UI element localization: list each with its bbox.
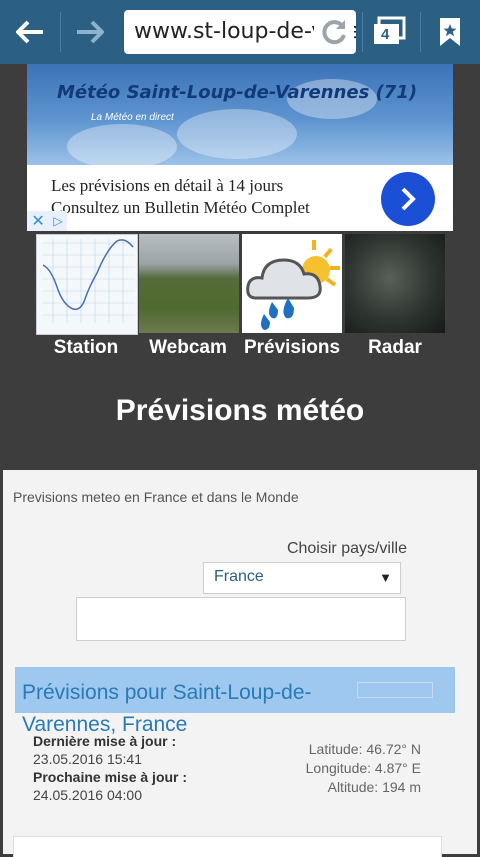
ad-close-icon[interactable]: ✕ [31, 211, 44, 231]
cloud-shape [177, 109, 297, 159]
nav-station-label[interactable]: Station [34, 337, 138, 359]
choose-location-label: Choisir pays/ville [286, 540, 407, 557]
last-update-label: Dernière mise à jour : [33, 733, 177, 749]
widget-intro: Previsions meteo en France et dans le Mo… [13, 489, 299, 505]
forecast-thumbnail[interactable] [242, 234, 342, 333]
webcam-thumbnail[interactable] [139, 234, 239, 333]
ad-banner[interactable]: Les prévisions en détail à 14 jours Cons… [27, 165, 453, 231]
ad-choices[interactable]: ✕ ▷ [27, 211, 67, 231]
ad-line1: Les prévisions en détail à 14 jours [51, 176, 284, 195]
url-bar[interactable]: www.st-loup-de-varennes [124, 10, 356, 54]
banner-title: Météo Saint-Loup-de-Varennes (71) [57, 82, 418, 103]
nav-webcam-label[interactable]: Webcam [136, 337, 240, 359]
section-title: Prévisions météo [115, 394, 365, 427]
update-info: Dernière mise à jour : 23.05.2016 15:41 … [33, 732, 187, 804]
forward-arrow-icon[interactable] [68, 10, 112, 54]
city-input[interactable] [76, 597, 406, 641]
location-coordinates: Latitude: 46.72° N Longitude: 4.87° E Al… [306, 740, 421, 797]
back-arrow-icon[interactable] [8, 10, 52, 54]
forecast-header-box [357, 682, 433, 698]
nav-forecast-label[interactable]: Prévisions [240, 337, 344, 359]
forecast-widget: Previsions meteo en France et dans le Mo… [3, 470, 477, 857]
toolbar-divider [60, 12, 61, 52]
nav-radar-label[interactable]: Radar [343, 337, 447, 359]
toolbar-divider [362, 12, 363, 52]
altitude-text: Altitude: 194 m [327, 779, 421, 795]
browser-toolbar: www.st-loup-de-varennes 4 [0, 0, 480, 64]
country-select[interactable]: France ▼ [203, 562, 401, 594]
station-thumbnail[interactable] [36, 234, 138, 335]
cloud-shape [67, 124, 177, 165]
country-select-value: France [214, 568, 264, 585]
last-update-value: 23.05.2016 15:41 [33, 751, 142, 767]
ad-line2: Consultez un Bulletin Météo Complet [51, 198, 310, 217]
dropdown-arrow-icon: ▼ [379, 570, 392, 585]
ad-go-button[interactable] [381, 172, 435, 226]
longitude-text: Longitude: 4.87° E [305, 760, 421, 776]
radar-thumbnail[interactable] [345, 234, 445, 333]
next-update-label: Prochaine mise à jour : [33, 769, 188, 785]
banner-subtitle: La Météo en direct [91, 112, 174, 123]
next-update-value: 24.05.2016 04:00 [33, 787, 142, 803]
bookmark-icon[interactable] [428, 10, 472, 54]
tab-count: 4 [381, 26, 390, 43]
reload-icon[interactable] [314, 12, 354, 52]
tabs-icon[interactable]: 4 [372, 16, 406, 46]
latitude-text: Latitude: 46.72° N [308, 741, 421, 757]
toolbar-divider [420, 12, 421, 52]
site-banner[interactable]: Météo Saint-Loup-de-Varennes (71) La Mét… [27, 64, 453, 165]
web-page: Météo Saint-Loup-de-Varennes (71) La Mét… [0, 64, 480, 857]
ad-choices-icon[interactable]: ▷ [53, 214, 62, 228]
